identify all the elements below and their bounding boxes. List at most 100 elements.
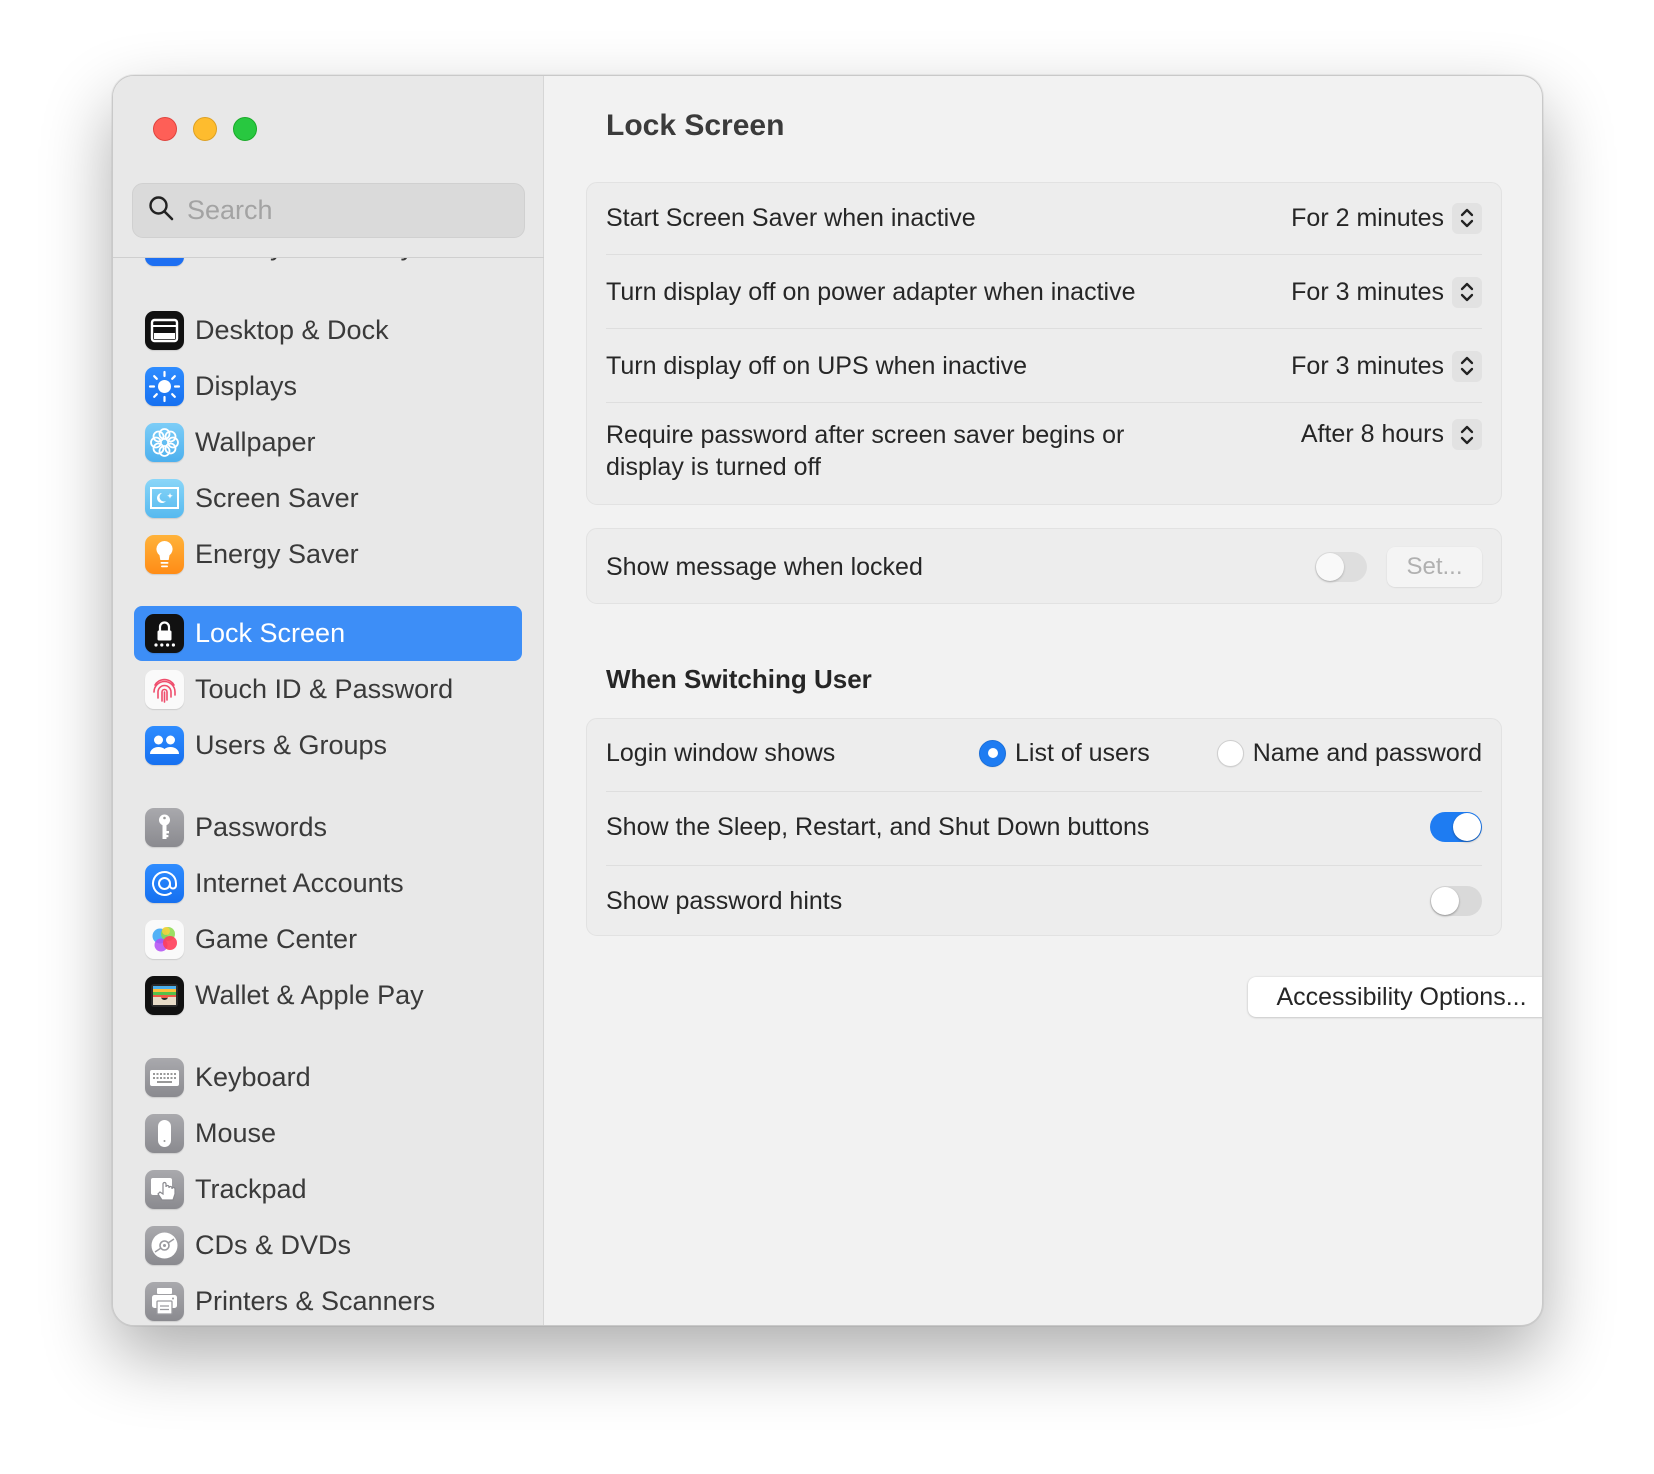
sidebar-item-users-groups[interactable]: Users & Groups	[134, 718, 522, 773]
trackpad-icon	[145, 1170, 184, 1209]
ups-popup[interactable]: For 3 minutes	[1291, 350, 1482, 382]
keyboard-icon	[145, 1058, 184, 1097]
row-divider	[606, 254, 1482, 255]
radio-button[interactable]	[1216, 739, 1244, 767]
power-adapter-row: Turn display off on power adapter when i…	[606, 274, 1482, 310]
screen-saver-popup[interactable]: For 2 minutes	[1291, 202, 1482, 234]
row-divider	[606, 791, 1482, 792]
radio-button-checked[interactable]	[979, 739, 1006, 767]
printer-icon	[145, 1282, 184, 1321]
row-divider	[606, 865, 1482, 866]
radio-label: Name and password	[1252, 738, 1482, 767]
sidebar-item-label: CDs & DVDs	[195, 1230, 352, 1260]
sidebar-item-game-center[interactable]: Game Center	[134, 912, 522, 967]
row-divider	[606, 402, 1482, 403]
sidebar-item-touch-id[interactable]: Touch ID & Password	[134, 662, 522, 717]
sidebar-item-mouse[interactable]: Mouse	[134, 1106, 522, 1161]
set-message-button[interactable]: Set...	[1387, 547, 1482, 587]
flower-icon	[145, 423, 184, 462]
sidebar-item-energy-saver[interactable]: Energy Saver	[134, 527, 522, 582]
sidebar-item-wallpaper[interactable]: Wallpaper	[134, 415, 522, 470]
show-message-toggle[interactable]	[1315, 552, 1367, 582]
sidebar-item-lock-screen[interactable]: Lock Screen	[134, 606, 522, 661]
accessibility-options-button[interactable]: Accessibility Options...	[1248, 977, 1542, 1017]
hand-icon	[145, 258, 184, 266]
row-label: Turn display off on power adapter when i…	[606, 278, 1136, 306]
system-settings-window: Privacy & Security Desktop & Dock Displa…	[112, 75, 1543, 1326]
zoom-button[interactable]	[233, 117, 257, 141]
sidebar-item-keyboard[interactable]: Keyboard	[134, 1050, 522, 1105]
at-icon	[145, 864, 184, 903]
sidebar-item-label: Displays	[195, 371, 298, 401]
lightbulb-icon	[145, 535, 184, 574]
sidebar-list[interactable]: Privacy & Security Desktop & Dock Displa…	[113, 258, 544, 1325]
sidebar-item-wallet[interactable]: Wallet & Apple Pay	[134, 968, 522, 1023]
sidebar-item-screen-saver[interactable]: Screen Saver	[134, 471, 522, 526]
screensaver-icon	[145, 479, 184, 518]
sidebar-item-label: Internet Accounts	[195, 868, 404, 898]
sidebar-item-printers-scanners[interactable]: Printers & Scanners	[134, 1274, 522, 1325]
switching-user-group: Login window shows List of users Name an…	[586, 718, 1502, 936]
sidebar-item-label: Touch ID & Password	[195, 674, 454, 704]
sidebar-divider	[113, 257, 544, 258]
require-password-popup[interactable]: After 8 hours	[1301, 419, 1482, 450]
sun-icon	[145, 367, 184, 406]
show-message-row: Show message when locked Set...	[606, 547, 1482, 587]
login-window-row: Login window shows List of users Name an…	[606, 735, 1482, 771]
chevron-up-down-icon	[1452, 276, 1482, 308]
main-panel: Lock Screen Start Screen Saver when inac…	[544, 76, 1542, 1325]
disc-icon	[145, 1226, 184, 1265]
search-input[interactable]	[187, 195, 507, 226]
lock-icon	[145, 614, 184, 653]
game-center-icon	[145, 920, 184, 959]
ups-row: Turn display off on UPS when inactive Fo…	[606, 348, 1482, 384]
radio-list-of-users[interactable]: List of users	[979, 739, 1150, 768]
sidebar-item-trackpad[interactable]: Trackpad	[134, 1162, 522, 1217]
password-hints-toggle[interactable]	[1430, 886, 1482, 916]
sleep-restart-row: Show the Sleep, Restart, and Shut Down b…	[606, 809, 1482, 845]
radio-name-and-password[interactable]: Name and password	[1216, 738, 1482, 768]
popup-value: For 3 minutes	[1291, 351, 1444, 380]
row-label: Start Screen Saver when inactive	[606, 204, 976, 232]
radio-label: List of users	[1015, 738, 1150, 767]
users-icon	[145, 726, 184, 765]
section-title-switching-user: When Switching User	[606, 664, 872, 694]
row-divider	[606, 328, 1482, 329]
sidebar-item-internet-accounts[interactable]: Internet Accounts	[134, 856, 522, 911]
sidebar-item-label: Keyboard	[195, 1062, 311, 1092]
dock-icon	[145, 311, 184, 350]
lock-message-group: Show message when locked Set...	[586, 528, 1502, 604]
popup-value: For 3 minutes	[1291, 277, 1444, 306]
popup-value: After 8 hours	[1300, 420, 1444, 448]
row-label: Show message when locked	[606, 553, 923, 581]
sidebar-item-label: Mouse	[195, 1118, 277, 1148]
power-adapter-popup[interactable]: For 3 minutes	[1291, 276, 1482, 308]
sidebar-item-cds-dvds[interactable]: CDs & DVDs	[134, 1218, 522, 1273]
row-label: Require password after screen saver begi…	[606, 421, 1125, 481]
minimize-button[interactable]	[193, 117, 217, 141]
sidebar-item-label: Lock Screen	[195, 618, 346, 648]
sidebar-item-label: Users & Groups	[195, 730, 388, 760]
sleep-restart-toggle[interactable]	[1430, 812, 1482, 842]
sidebar-item-label: Desktop & Dock	[195, 315, 389, 345]
chevron-up-down-icon	[1452, 419, 1482, 450]
sidebar-item-label: Energy Saver	[195, 539, 359, 569]
search-icon	[147, 194, 175, 227]
sidebar-item-desktop-dock[interactable]: Desktop & Dock	[134, 303, 522, 358]
row-label: Show the Sleep, Restart, and Shut Down b…	[606, 813, 1150, 841]
row-label: Show password hints	[606, 887, 843, 915]
sidebar-item-label: Printers & Scanners	[195, 1286, 436, 1316]
chevron-up-down-icon	[1452, 202, 1482, 234]
sidebar-item-label: Passwords	[195, 812, 328, 842]
sidebar-item-label: Trackpad	[195, 1174, 307, 1204]
chevron-up-down-icon	[1452, 350, 1482, 382]
sidebar-item-passwords[interactable]: Passwords	[134, 800, 522, 855]
key-icon	[145, 808, 184, 847]
sidebar-item-label: Wallpaper	[195, 427, 316, 457]
sidebar-item-label: Wallet & Apple Pay	[195, 980, 424, 1010]
search-field[interactable]	[132, 183, 525, 238]
sidebar-item-privacy-security[interactable]: Privacy & Security	[134, 258, 522, 274]
inactivity-settings-group: Start Screen Saver when inactive For 2 m…	[586, 182, 1502, 505]
sidebar-item-displays[interactable]: Displays	[134, 359, 522, 414]
close-button[interactable]	[153, 117, 177, 141]
